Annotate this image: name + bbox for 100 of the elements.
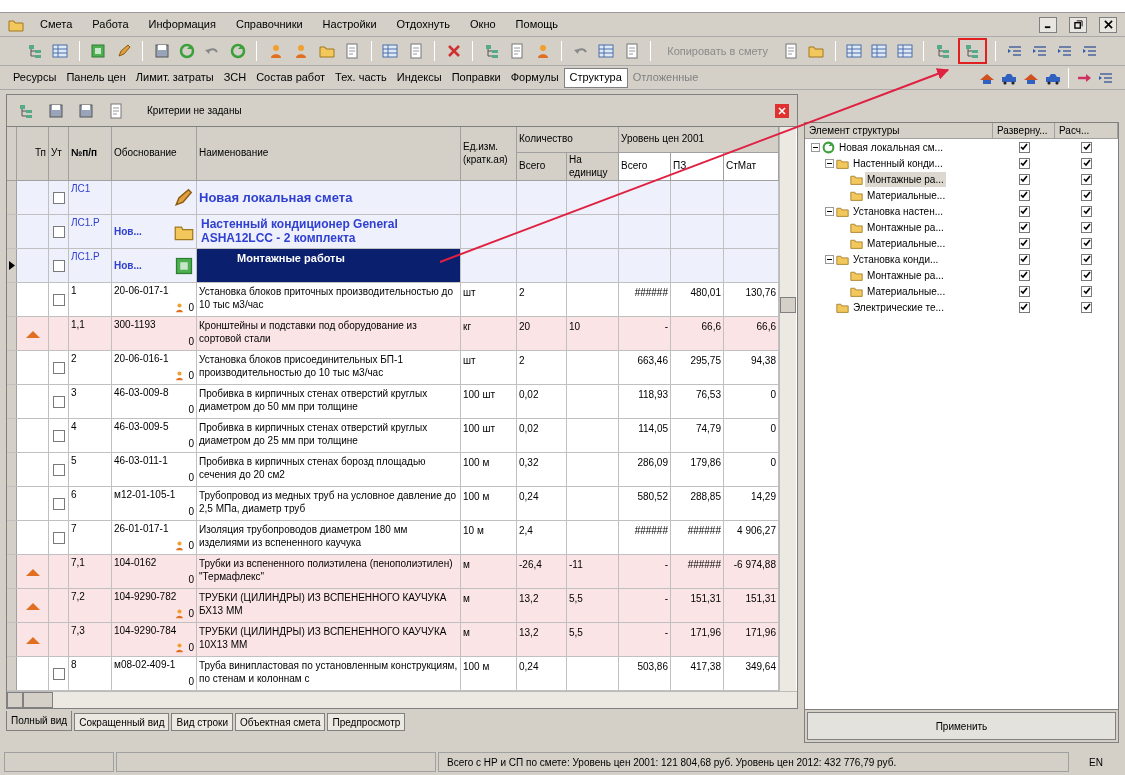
tree-item[interactable]: Материальные... <box>865 235 948 251</box>
checkbox[interactable] <box>52 531 65 544</box>
table-row[interactable]: ЛС1 Новая локальная смета <box>7 181 779 215</box>
checkbox[interactable] <box>1081 141 1092 153</box>
scroll-button[interactable] <box>7 692 23 708</box>
checkbox[interactable] <box>1018 205 1030 217</box>
scrollbar[interactable] <box>779 127 796 691</box>
checkbox[interactable] <box>1081 301 1092 313</box>
checkbox[interactable] <box>52 361 65 374</box>
checkbox[interactable] <box>52 293 65 306</box>
menu-item[interactable]: Справочники <box>231 16 307 33</box>
checkbox[interactable] <box>1018 141 1030 153</box>
menu-item[interactable]: Отдохнуть <box>392 16 455 33</box>
checkbox[interactable] <box>1018 173 1030 185</box>
tree-item[interactable]: Установка конди... <box>851 251 941 267</box>
view-tab[interactable]: Состав работ <box>251 67 331 88</box>
table-row[interactable]: 7,1 104-0162 0 Трубки из вспененного полиэтилена (пенополиэтилен) "Термафлекс" м -26,4 -11 - ###### -6 974,88 <box>7 555 779 589</box>
close-button[interactable] <box>1099 16 1117 33</box>
checkbox[interactable] <box>1081 269 1092 281</box>
table-row[interactable]: 7,3 104-9290-784 0 ТРУБКИ (ЦИЛИНДРЫ) ИЗ ВСПЕНЕННОГО КАУЧУКА 10Х13 ММ м 13,2 5,5 - 171,96 171,96 <box>7 623 779 657</box>
row-header-cell[interactable] <box>7 249 17 282</box>
checkbox[interactable] <box>52 667 65 680</box>
table-row[interactable]: 2 20-06-016-1 0 Установка блоков присоединительных БП-1 производительностью до 10 тыс м3/час шт 2 663,46 295,75 94,38 <box>7 351 779 385</box>
expander-icon[interactable] <box>825 206 834 216</box>
tree-button[interactable] <box>957 38 987 64</box>
view-mode-tab[interactable]: Полный вид <box>6 711 73 731</box>
checkbox[interactable] <box>1018 189 1030 201</box>
row-header-cell[interactable] <box>7 181 17 214</box>
checkbox[interactable] <box>1018 221 1030 233</box>
expander-icon[interactable] <box>811 142 820 152</box>
tree-item[interactable]: Монтажные ра... <box>865 219 946 235</box>
checkbox[interactable] <box>52 497 65 510</box>
tree-item[interactable]: Установка настен... <box>851 203 945 219</box>
view-tab[interactable]: Панель цен <box>61 67 131 88</box>
checkbox[interactable] <box>1081 221 1092 233</box>
table-row[interactable]: 8 м08-02-409-1 0 Труба винипластовая по установленным конструкциям, по стенам и колоннам с 100 м 0,24 503,86 417,38 349,64 <box>7 657 779 691</box>
checkbox[interactable] <box>1018 237 1030 249</box>
language-indicator[interactable]: EN <box>1071 754 1121 770</box>
checkbox[interactable] <box>1081 285 1092 297</box>
row-header-cell[interactable] <box>7 453 17 486</box>
checkbox[interactable] <box>1018 269 1030 281</box>
view-tab[interactable]: Структура <box>563 67 628 88</box>
checkbox[interactable] <box>1081 205 1092 217</box>
table-row[interactable]: 6 м12-01-105-1 0 Трубопровод из медных труб на условное давление до 2,5 МПа, диаметр труб 100 м 0,24 580,52 288,85 14,29 <box>7 487 779 521</box>
row-header-cell[interactable] <box>7 351 17 384</box>
checkbox[interactable] <box>52 463 65 476</box>
view-tab[interactable]: ЗСН <box>218 67 252 88</box>
row-header-cell[interactable] <box>7 589 17 622</box>
view-mode-tab[interactable]: Сокращенный вид <box>74 713 170 731</box>
view-mode-tab[interactable]: Объектная смета <box>235 713 326 731</box>
menu-item[interactable]: Помощь <box>511 16 563 33</box>
checkbox[interactable] <box>1081 237 1092 249</box>
menu-item[interactable]: Информация <box>144 16 220 33</box>
tree-item[interactable]: Монтажные ра... <box>865 171 946 187</box>
tree-item[interactable]: Настенный конди... <box>851 155 945 171</box>
checkbox[interactable] <box>1018 157 1030 169</box>
menu-item[interactable]: Работа <box>88 16 133 33</box>
row-header-cell[interactable] <box>7 215 17 248</box>
scroll-thumb[interactable] <box>23 692 53 708</box>
checkbox[interactable] <box>1081 253 1092 265</box>
tree-item[interactable]: Новая локальная см... <box>837 139 945 155</box>
view-tab[interactable]: Индексы <box>391 67 447 88</box>
checkbox[interactable] <box>1081 157 1092 169</box>
tree-item[interactable]: Материальные... <box>865 187 948 203</box>
checkbox[interactable] <box>52 225 65 238</box>
checkbox[interactable] <box>1081 189 1092 201</box>
table-row[interactable]: 5 46-03-011-1 0 Пробивка в кирпичных стенах борозд площадью сечения до 20 см2 100 м 0,32 286,09 179,86 0 <box>7 453 779 487</box>
view-mode-tab[interactable]: Предпросмотр <box>327 713 406 731</box>
table-row[interactable]: ЛС1.Р Нов... Монтажные работы <box>7 249 779 283</box>
checkbox[interactable] <box>52 259 65 272</box>
expander-icon[interactable] <box>825 158 834 168</box>
checkbox[interactable] <box>1018 301 1030 313</box>
tree-item[interactable]: Электрические те... <box>851 299 946 315</box>
table-row[interactable]: 4 46-03-009-5 0 Пробивка в кирпичных стенах отверстий круглых диаметром до 25 мм при толщине 100 шт 0,02 114,05 74,79 0 <box>7 419 779 453</box>
view-mode-tab[interactable]: Вид строки <box>171 713 233 731</box>
view-tab[interactable]: Формулы <box>505 67 564 88</box>
restore-button[interactable] <box>1069 16 1087 33</box>
row-header-cell[interactable] <box>7 283 17 316</box>
checkbox[interactable] <box>1018 253 1030 265</box>
table-row[interactable]: 3 46-03-009-8 0 Пробивка в кирпичных стенах отверстий круглых диаметром до 50 мм при толщине 100 шт 0,02 118,93 76,53 0 <box>7 385 779 419</box>
table-row[interactable]: 1,1 300-1193 0 Кронштейны и подставки под оборудование из сортовой стали кг 20 10 - 66,6 66,6 <box>7 317 779 351</box>
tree-item[interactable]: Монтажные ра... <box>865 267 946 283</box>
expander-icon[interactable] <box>825 254 834 264</box>
table-row[interactable]: 7,2 104-9290-782 0 ТРУБКИ (ЦИЛИНДРЫ) ИЗ ВСПЕНЕННОГО КАУЧУКА БХ13 ММ м 13,2 5,5 - 151,31 151,31 <box>7 589 779 623</box>
scroll-thumb[interactable] <box>780 297 796 313</box>
minimize-button[interactable] <box>1039 16 1057 33</box>
row-header-cell[interactable] <box>7 419 17 452</box>
scrollbar[interactable] <box>7 691 797 708</box>
checkbox[interactable] <box>1018 285 1030 297</box>
row-header-cell[interactable] <box>7 623 17 656</box>
apply-button[interactable]: Применить <box>807 712 1116 740</box>
view-tab[interactable]: Ресурсы <box>8 67 62 88</box>
menu-item[interactable]: Смета <box>36 16 77 33</box>
checkbox[interactable] <box>52 429 65 442</box>
view-tab[interactable]: Поправки <box>446 67 506 88</box>
checkbox[interactable] <box>1081 173 1092 185</box>
view-tab[interactable]: Лимит. затраты <box>130 67 219 88</box>
table-row[interactable]: ЛС1.Р Нов... Настенный кондиционер General ASHA12LCC - 2 комплекта <box>7 215 779 249</box>
row-header-cell[interactable] <box>7 487 17 520</box>
row-header-cell[interactable] <box>7 657 17 690</box>
